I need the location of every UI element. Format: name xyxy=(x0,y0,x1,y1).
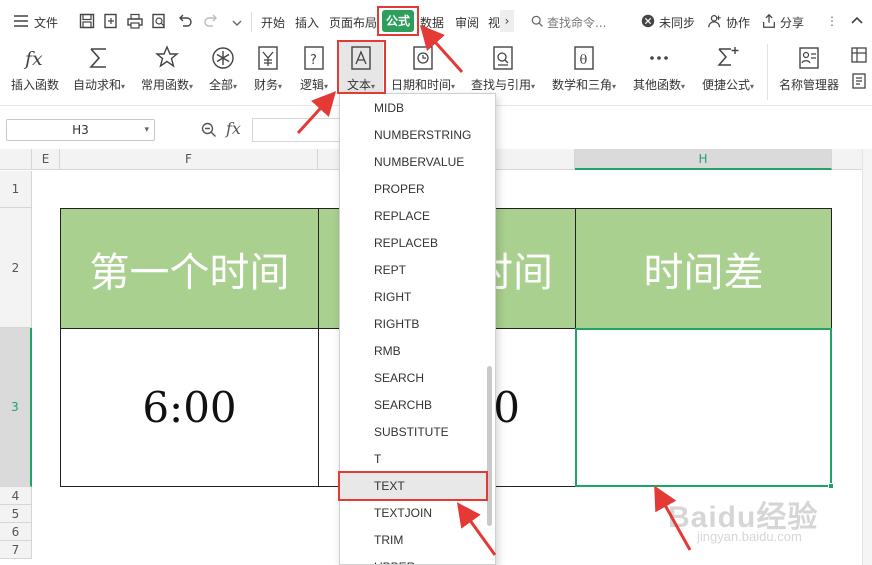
arrow-to-text-button xyxy=(296,91,337,135)
annotation-arrows xyxy=(296,25,692,556)
arrow-to-formulas-tab xyxy=(419,25,464,74)
spreadsheet-app: 文件 开始 插入 页面布局 公式 数据 审阅 视 › 查找命令... 未同步 协… xyxy=(0,0,872,565)
arrow-to-text-item xyxy=(456,502,497,556)
arrow-to-cell-h3 xyxy=(654,485,692,551)
